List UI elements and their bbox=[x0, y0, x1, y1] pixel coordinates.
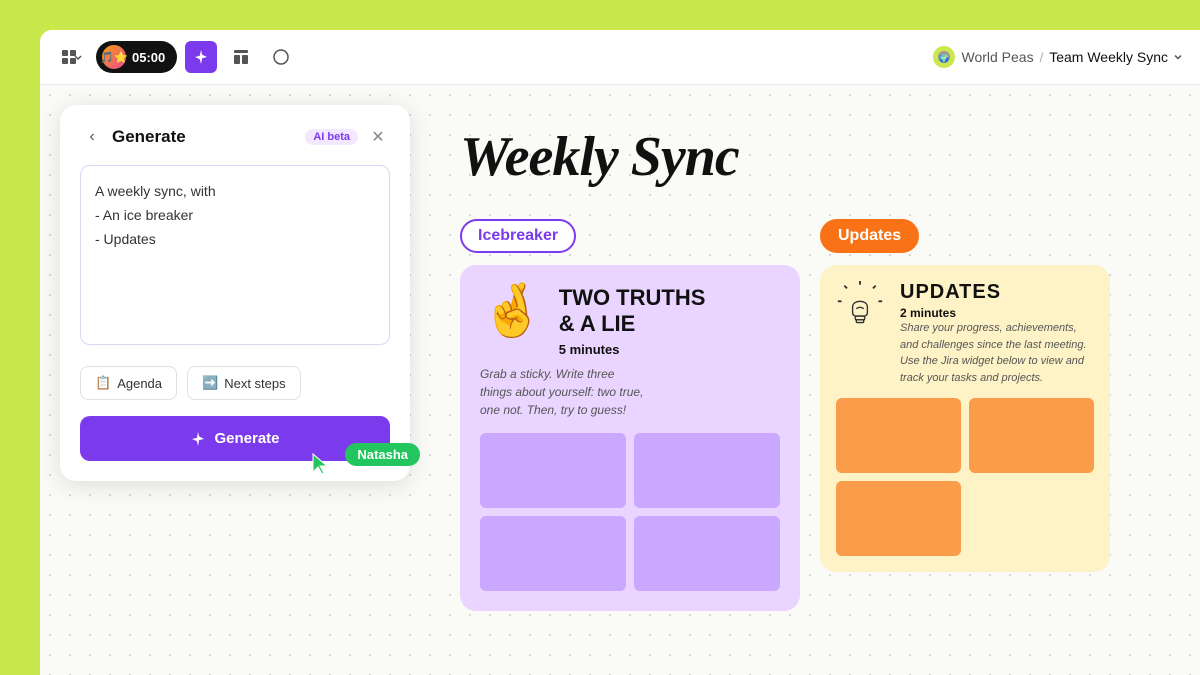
svg-text:🌍: 🌍 bbox=[940, 53, 950, 63]
panel-header: ‹ Generate AI beta ✕ bbox=[80, 125, 390, 149]
icebreaker-description: Grab a sticky. Write threethings about y… bbox=[480, 365, 780, 419]
breadcrumb-workspace: World Peas bbox=[961, 49, 1033, 65]
agenda-chip[interactable]: 📋 Agenda bbox=[80, 366, 177, 400]
card-title-block: TWO TRUTHS & A LIE 5 minutes bbox=[559, 285, 780, 357]
grid-menu-button[interactable] bbox=[56, 41, 88, 73]
workspace-icon: 🌍 bbox=[933, 46, 955, 68]
breadcrumb-separator: / bbox=[1040, 50, 1044, 65]
topbar-right: 🌍 World Peas / Team Weekly Sync bbox=[933, 46, 1184, 68]
panel-title: Generate bbox=[112, 127, 186, 147]
orange-note bbox=[836, 481, 961, 556]
icebreaker-label: Icebreaker bbox=[460, 219, 576, 253]
timer-badge: 🎵⭐ 05:00 bbox=[96, 41, 177, 73]
cursor-name-label: Natasha bbox=[345, 443, 420, 466]
updates-header-row: UPDATES 2 minutes Share your progress, a… bbox=[836, 281, 1094, 386]
cursor-arrow bbox=[310, 452, 330, 481]
content-area: ‹ Generate AI beta ✕ A weekly sync, with… bbox=[40, 85, 1200, 675]
crossed-fingers-icon: 🤞 bbox=[480, 285, 545, 337]
orange-note bbox=[836, 398, 961, 473]
agenda-chip-icon: 📋 bbox=[95, 375, 111, 391]
next-steps-chip-icon: ➡️ bbox=[202, 375, 218, 391]
updates-card-title: UPDATES bbox=[900, 281, 1094, 304]
panel-back-button[interactable]: ‹ bbox=[80, 125, 104, 149]
ai-beta-badge: AI beta bbox=[305, 129, 358, 145]
icebreaker-minutes: 5 minutes bbox=[559, 342, 780, 357]
sticky-note bbox=[480, 516, 626, 591]
panel-chips: 📋 Agenda ➡️ Next steps bbox=[80, 366, 390, 400]
sticky-note bbox=[480, 433, 626, 508]
updates-card: UPDATES 2 minutes Share your progress, a… bbox=[820, 265, 1110, 572]
card-title: TWO TRUTHS & A LIE bbox=[559, 285, 780, 338]
sticky-notes-grid bbox=[480, 433, 780, 591]
panel-header-left: ‹ Generate bbox=[80, 125, 186, 149]
sticky-note bbox=[634, 433, 780, 508]
sticky-note bbox=[634, 516, 780, 591]
updates-title-block: UPDATES 2 minutes Share your progress, a… bbox=[900, 281, 1094, 386]
updates-section: Updates bbox=[820, 219, 1110, 572]
updates-minutes: 2 minutes bbox=[900, 306, 1094, 320]
updates-description: Share your progress, achievements, and c… bbox=[900, 320, 1094, 386]
icebreaker-section: Icebreaker 🤞 TWO TRUTHS & A LIE 5 minute… bbox=[460, 219, 800, 611]
topbar: 🎵⭐ 05:00 bbox=[40, 30, 1200, 85]
topbar-left: 🎵⭐ 05:00 bbox=[56, 41, 297, 73]
timer-display: 05:00 bbox=[132, 50, 165, 65]
generate-button[interactable]: Generate bbox=[80, 416, 390, 461]
prompt-textarea[interactable]: A weekly sync, with - An ice breaker - U… bbox=[80, 165, 390, 345]
chevron-down-icon bbox=[1172, 51, 1184, 63]
agenda-chip-label: Agenda bbox=[117, 376, 162, 391]
sections-row: Icebreaker 🤞 TWO TRUTHS & A LIE 5 minute… bbox=[460, 219, 1170, 611]
generate-panel: ‹ Generate AI beta ✕ A weekly sync, with… bbox=[60, 105, 410, 481]
breadcrumb-doc-label: Team Weekly Sync bbox=[1049, 49, 1168, 65]
comment-button[interactable] bbox=[265, 41, 297, 73]
orange-note bbox=[969, 398, 1094, 473]
page-title: Weekly Sync bbox=[460, 125, 1170, 189]
card-header-row: 🤞 TWO TRUTHS & A LIE 5 minutes bbox=[480, 285, 780, 357]
icebreaker-card: 🤞 TWO TRUTHS & A LIE 5 minutes Grab a st… bbox=[460, 265, 800, 611]
canvas-content: Weekly Sync Icebreaker 🤞 TWO TRUTHS & A … bbox=[460, 125, 1170, 645]
generate-btn-label: Generate bbox=[214, 430, 279, 447]
next-steps-chip[interactable]: ➡️ Next steps bbox=[187, 366, 301, 400]
timer-avatar: 🎵⭐ bbox=[102, 45, 126, 69]
layout-button[interactable] bbox=[225, 41, 257, 73]
orange-notes-grid bbox=[836, 398, 1094, 556]
breadcrumb-doc[interactable]: Team Weekly Sync bbox=[1049, 49, 1184, 65]
next-steps-chip-label: Next steps bbox=[224, 376, 285, 391]
app-container: 🎵⭐ 05:00 bbox=[40, 30, 1200, 675]
lightbulb-icon bbox=[836, 281, 888, 333]
sparkle-icon bbox=[190, 431, 206, 447]
updates-label: Updates bbox=[820, 219, 919, 253]
panel-close-button[interactable]: ✕ bbox=[366, 125, 390, 149]
ai-sparkle-button[interactable] bbox=[185, 41, 217, 73]
